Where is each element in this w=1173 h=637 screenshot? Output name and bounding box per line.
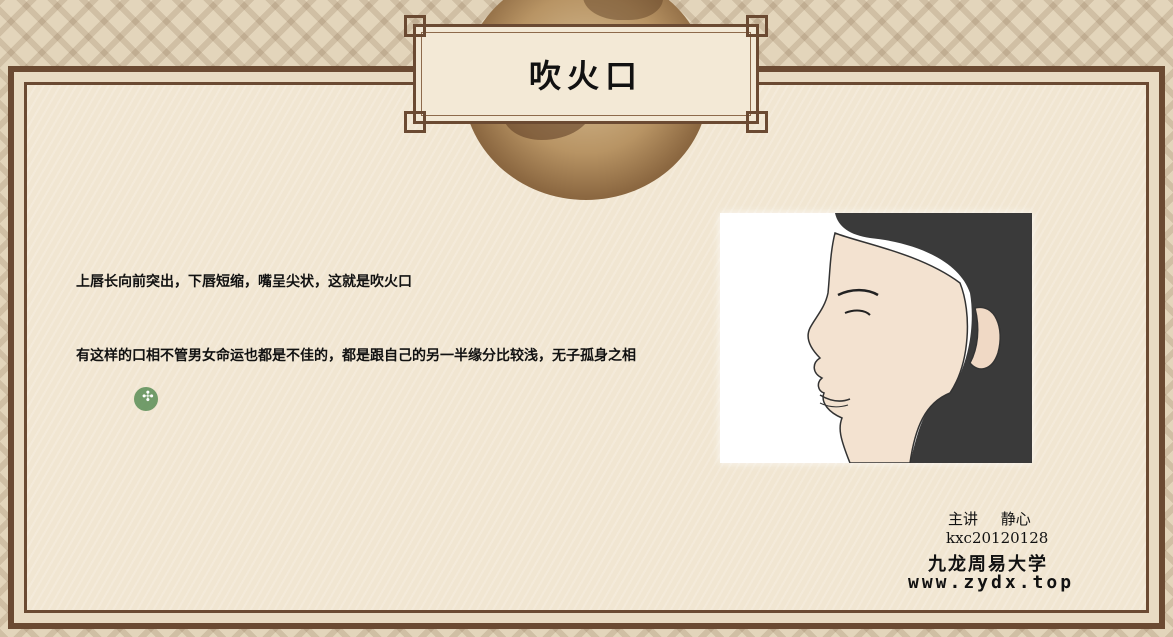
cursor-icon: ✣ bbox=[134, 387, 158, 411]
lecturer-id: kxc20120128 bbox=[946, 529, 1049, 547]
fret-corner-ornament bbox=[404, 15, 426, 37]
fret-corner-ornament bbox=[746, 111, 768, 133]
face-profile-illustration bbox=[720, 213, 1032, 463]
face-profile-drawing bbox=[807, 213, 1032, 463]
paragraph-definition: 上唇长向前突出，下唇短缩，嘴呈尖状，这就是吹火口 bbox=[76, 274, 412, 290]
paragraph-meaning: 有这样的口相不管男女命运也都是不佳的，都是跟自己的另一半缘分比较浅，无子孤身之相 bbox=[76, 348, 636, 364]
fret-corner-ornament bbox=[404, 111, 426, 133]
website-url: www.zydx.top bbox=[908, 572, 1075, 593]
title-plaque: 吹火口 bbox=[404, 15, 768, 133]
fret-corner-ornament bbox=[746, 15, 768, 37]
slide-title: 吹火口 bbox=[528, 57, 643, 95]
lecturer-credit: 主讲 静心 bbox=[948, 510, 1031, 528]
flower-ornament bbox=[583, 0, 663, 20]
